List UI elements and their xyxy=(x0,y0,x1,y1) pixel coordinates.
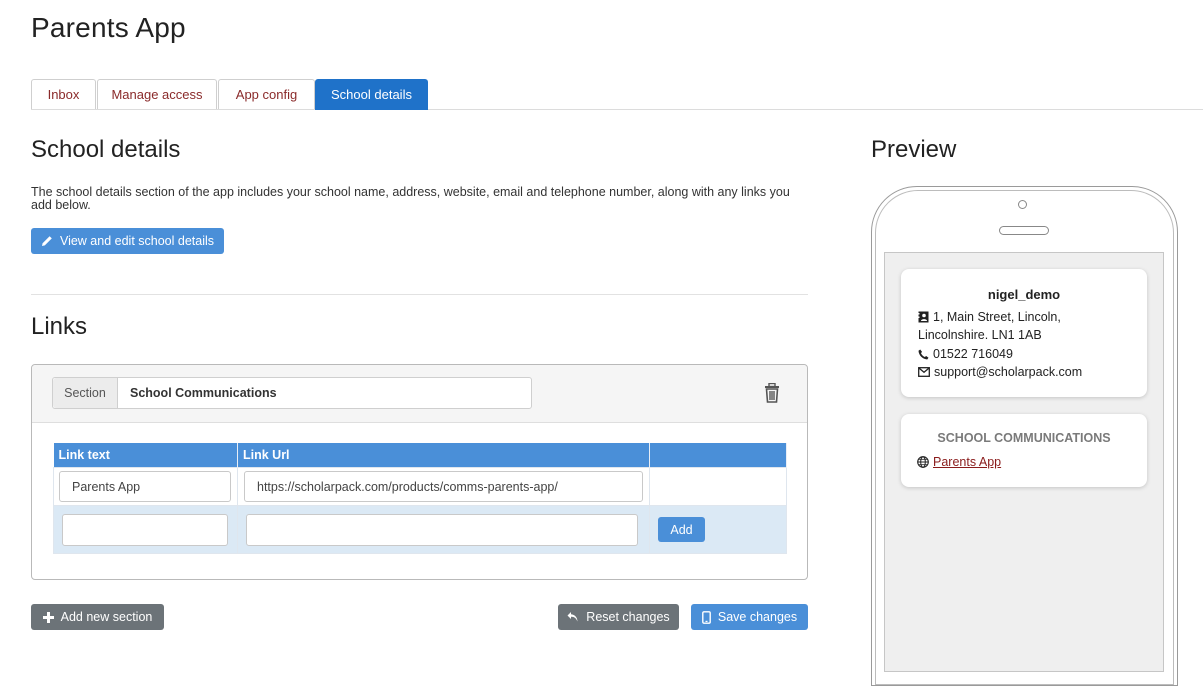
row-actions-cell xyxy=(649,467,787,506)
school-details-description: The school details section of the app in… xyxy=(31,185,790,212)
link-url-input[interactable]: https://scholarpack.com/products/comms-p… xyxy=(244,471,643,502)
tab-manage-access[interactable]: Manage access xyxy=(97,79,217,109)
school-info-card: nigel_demo 1, Main Street, Lincoln, Linc… xyxy=(901,269,1147,397)
column-header-link-url: Link Url xyxy=(237,443,650,468)
app-title: Parents App xyxy=(31,12,186,43)
phone-camera xyxy=(1018,200,1027,209)
column-header-actions xyxy=(649,443,787,468)
trash-icon[interactable] xyxy=(763,383,781,403)
school-name: nigel_demo xyxy=(987,287,1061,302)
address-card-icon xyxy=(918,311,929,323)
link-section-card: Section School Communications Link text … xyxy=(31,364,808,580)
address-line-1: 1, Main Street, Lincoln, xyxy=(933,310,1061,324)
new-link-url-input[interactable] xyxy=(246,513,638,546)
add-new-section-button[interactable]: Add new section xyxy=(31,604,164,630)
edit-school-details-label: View and edit school details xyxy=(59,234,215,248)
envelope-icon xyxy=(918,367,930,377)
section-name-input[interactable]: School Communications xyxy=(118,378,531,408)
edit-school-details-button[interactable]: View and edit school details xyxy=(31,228,224,254)
address-line: 1, Main Street, Lincoln, xyxy=(918,310,1061,324)
links-preview-card: SCHOOL COMMUNICATIONS Parents App xyxy=(901,414,1147,487)
pencil-icon xyxy=(41,236,52,246)
tab-inbox[interactable]: Inbox xyxy=(31,79,96,109)
phone-line: 01522 716049 xyxy=(918,347,1013,361)
links-heading: Links xyxy=(31,313,88,340)
undo-icon xyxy=(567,612,578,622)
reset-changes-label: Reset changes xyxy=(586,610,670,624)
plus-icon xyxy=(42,611,54,623)
preview-link[interactable]: Parents App xyxy=(933,455,1001,469)
link-text-input[interactable]: Parents App xyxy=(59,471,231,502)
links-table-header: Link text Link Url xyxy=(53,443,787,468)
add-new-section-label: Add new section xyxy=(60,610,153,624)
preview-heading: Preview xyxy=(871,136,957,163)
globe-icon xyxy=(917,456,929,468)
tab-underline xyxy=(31,109,1203,110)
save-changes-label: Save changes xyxy=(717,610,798,624)
save-changes-button[interactable]: Save changes xyxy=(691,604,808,630)
school-details-heading: School details xyxy=(31,136,181,163)
add-link-button[interactable]: Add xyxy=(658,517,705,542)
tab-school-details[interactable]: School details xyxy=(315,79,428,110)
email-address: support@scholarpack.com xyxy=(934,365,1083,379)
email-line: support@scholarpack.com xyxy=(918,365,1082,379)
new-link-row: Add xyxy=(53,505,787,554)
link-section-header: Section School Communications xyxy=(32,365,807,423)
preview-link-item: Parents App xyxy=(917,455,1001,469)
mobile-icon xyxy=(701,610,711,624)
address-line-2: Lincolnshire. LN1 1AB xyxy=(918,328,1042,342)
section-addon-label: Section xyxy=(53,378,118,408)
column-header-link-text: Link text xyxy=(53,443,238,468)
table-row: Parents App https://scholarpack.com/prod… xyxy=(53,467,787,506)
tab-app-config[interactable]: App config xyxy=(218,79,315,109)
phone-number: 01522 716049 xyxy=(933,347,1013,361)
links-table: Link text Link Url Parents App https://s… xyxy=(53,443,787,554)
links-preview-title: SCHOOL COMMUNICATIONS xyxy=(937,431,1111,445)
section-name-group: Section School Communications xyxy=(52,377,532,409)
phone-speaker xyxy=(999,226,1049,235)
phone-icon xyxy=(918,349,929,359)
new-link-text-input[interactable] xyxy=(62,513,228,546)
reset-changes-button[interactable]: Reset changes xyxy=(558,604,679,630)
section-divider xyxy=(31,294,808,295)
